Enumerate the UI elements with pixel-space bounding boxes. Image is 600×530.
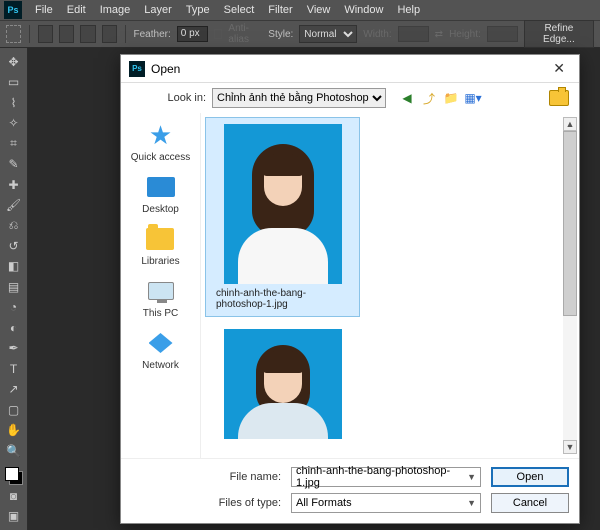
place-this-pc[interactable]: This PC [143,277,179,319]
scroll-up-icon[interactable]: ▲ [563,117,577,131]
dialog-toolbar: Look in: Chỉnh ảnh thẻ bằng Photoshop ◀ … [121,83,579,113]
feather-label: Feather: [134,29,171,40]
pen-tool-icon[interactable]: ✒ [3,339,25,358]
new-folder-icon[interactable]: 📁 [442,89,460,107]
lasso-tool-icon[interactable]: ⌇ [3,93,25,112]
blur-tool-icon[interactable]: ◔ [3,298,25,317]
folder-icon [146,228,174,250]
lookin-select[interactable]: Chỉnh ảnh thẻ bằng Photoshop [212,88,386,108]
file-thumbnail[interactable] [205,323,360,449]
menu-help[interactable]: Help [390,4,427,16]
scroll-down-icon[interactable]: ▼ [563,440,577,454]
selection-subtract-icon[interactable] [80,25,95,43]
antialias-label: Anti-alias [228,23,262,45]
menu-bar: Ps File Edit Image Layer Type Select Fil… [0,0,600,20]
eraser-tool-icon[interactable]: ◧ [3,257,25,276]
thumbnail-image [224,329,342,439]
menu-file[interactable]: File [28,4,60,16]
menu-image[interactable]: Image [93,4,138,16]
menu-filter[interactable]: Filter [261,4,299,16]
dialog-bottom: File name: chinh-anh-the-bang-photoshop-… [121,458,579,523]
dodge-tool-icon[interactable]: ◐ [3,318,25,337]
dialog-titlebar: Ps Open ✕ [121,55,579,83]
path-tool-icon[interactable]: ↗ [3,380,25,399]
menu-select[interactable]: Select [217,4,262,16]
place-network[interactable]: Network [142,329,179,371]
menu-view[interactable]: View [300,4,338,16]
up-icon[interactable]: ⤴ [420,89,438,107]
move-tool-icon[interactable]: ✥ [3,52,25,71]
antialias-checkbox [214,29,223,39]
file-list[interactable]: chinh-anh-the-bang-photoshop-1.jpg ▲ ▼ [201,113,579,458]
type-tool-icon[interactable]: T [3,359,25,378]
close-button[interactable]: ✕ [547,60,571,77]
eyedropper-tool-icon[interactable]: ✎ [3,154,25,173]
marquee-tool-icon[interactable] [6,25,21,43]
wand-tool-icon[interactable]: ✧ [3,113,25,132]
height-label: Height: [449,29,481,40]
swap-icon: ⇄ [435,29,443,40]
places-bar: ★ Quick access Desktop Libraries This PC… [121,113,201,458]
filesof-select[interactable]: All Formats ▼ [291,493,481,513]
pc-icon [148,282,174,300]
network-icon [149,333,173,353]
refine-edge-button[interactable]: Refine Edge... [524,20,594,48]
gradient-tool-icon[interactable]: ▤ [3,277,25,296]
marquee-tool-icon[interactable]: ▭ [3,72,25,91]
cancel-button[interactable]: Cancel [491,493,569,513]
menu-type[interactable]: Type [179,4,217,16]
screenmode-icon[interactable]: ▣ [3,506,25,525]
style-label: Style: [268,29,293,40]
back-icon[interactable]: ◀ [398,89,416,107]
place-quick-access[interactable]: ★ Quick access [131,121,190,163]
color-swatch[interactable] [5,467,23,485]
menu-layer[interactable]: Layer [137,4,179,16]
file-caption: chinh-anh-the-bang-photoshop-1.jpg [216,288,349,310]
menu-edit[interactable]: Edit [60,4,93,16]
selection-new-icon[interactable] [38,25,53,43]
filesof-label: Files of type: [211,497,281,509]
view-menu-icon[interactable]: ▦▾ [464,89,482,107]
options-bar: Feather: 0 px Anti-alias Style: Normal W… [0,20,600,48]
style-select[interactable]: Normal [299,25,357,43]
crop-tool-icon[interactable]: ⌗ [3,134,25,153]
shape-tool-icon[interactable]: ▢ [3,400,25,419]
thumbnail-image [224,124,342,284]
file-thumbnail-selected[interactable]: chinh-anh-the-bang-photoshop-1.jpg [205,117,360,317]
lookin-label: Look in: [131,92,206,104]
place-libraries[interactable]: Libraries [141,225,179,267]
zoom-tool-icon[interactable]: 🔍 [3,441,25,460]
width-label: Width: [363,29,391,40]
chevron-down-icon: ▼ [467,498,476,508]
filename-label: File name: [211,471,281,483]
hand-tool-icon[interactable]: ✋ [3,420,25,439]
scroll-thumb[interactable] [563,131,577,316]
open-dialog: Ps Open ✕ Look in: Chỉnh ảnh thẻ bằng Ph… [120,54,580,524]
chevron-down-icon: ▼ [467,472,476,482]
quickmask-icon[interactable]: ◙ [3,486,25,505]
heal-tool-icon[interactable]: ✚ [3,175,25,194]
menu-window[interactable]: Window [337,4,390,16]
desktop-icon [147,177,175,197]
star-icon: ★ [145,121,177,149]
camera-icon[interactable] [549,90,569,106]
selection-intersect-icon[interactable] [102,25,117,43]
place-desktop[interactable]: Desktop [142,173,179,215]
history-brush-tool-icon[interactable]: ↺ [3,236,25,255]
scrollbar[interactable]: ▲ ▼ [563,117,577,454]
open-button[interactable]: Open [491,467,569,487]
photoshop-logo: Ps [4,1,22,19]
height-input [487,26,518,42]
filename-input[interactable]: chinh-anh-the-bang-photoshop-1.jpg ▼ [291,467,481,487]
dialog-title: Open [151,62,180,76]
feather-input[interactable]: 0 px [177,26,208,42]
photoshop-icon: Ps [129,61,145,77]
brush-tool-icon[interactable]: 🖌 [3,195,25,214]
stamp-tool-icon[interactable]: ⎌ [3,216,25,235]
width-input [398,26,429,42]
tools-panel: ✥ ▭ ⌇ ✧ ⌗ ✎ ✚ 🖌 ⎌ ↺ ◧ ▤ ◔ ◐ ✒ T ↗ ▢ ✋ 🔍 … [0,48,28,530]
selection-add-icon[interactable] [59,25,74,43]
